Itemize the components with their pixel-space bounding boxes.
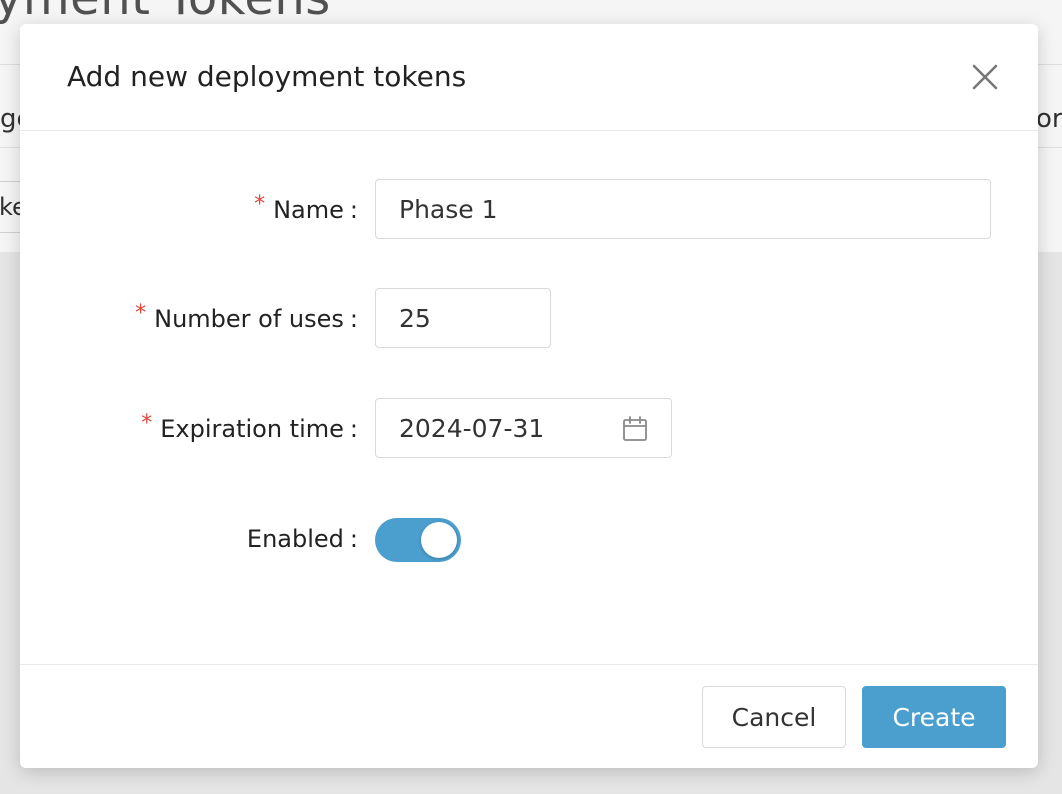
name-input[interactable]: Phase 1	[375, 179, 991, 239]
form-row-name: * Name : Phase 1	[20, 179, 1038, 241]
create-button[interactable]: Create	[862, 686, 1006, 748]
expiration-date-picker[interactable]: 2024-07-31	[375, 398, 672, 458]
modal-header: Add new deployment tokens	[20, 24, 1038, 131]
expiration-label-text: Expiration time	[160, 415, 344, 443]
label-colon: :	[349, 415, 358, 443]
required-marker: *	[141, 410, 153, 436]
close-icon	[972, 64, 998, 90]
name-input-value: Phase 1	[399, 194, 498, 224]
modal-footer-divider	[20, 664, 1038, 665]
label-colon: :	[349, 196, 358, 224]
toggle-knob	[421, 522, 457, 558]
cancel-button[interactable]: Cancel	[702, 686, 846, 748]
form-row-uses: * Number of uses : 25	[20, 288, 1038, 350]
name-label-text: Name	[273, 196, 344, 224]
expiration-date-value: 2024-07-31	[399, 413, 545, 443]
calendar-icon[interactable]	[621, 415, 649, 443]
uses-label: * Number of uses :	[135, 288, 358, 350]
form-row-enabled: Enabled :	[20, 508, 1038, 570]
required-marker: *	[254, 191, 266, 217]
enabled-toggle[interactable]	[375, 518, 461, 562]
form-row-expiration: * Expiration time : 2024-07-31	[20, 398, 1038, 460]
uses-input-value: 25	[399, 303, 431, 333]
label-colon: :	[349, 525, 358, 553]
close-button[interactable]	[968, 60, 1002, 94]
enabled-label-text: Enabled	[246, 525, 344, 553]
modal-title: Add new deployment tokens	[67, 60, 467, 93]
required-marker: *	[135, 300, 147, 326]
enabled-label: Enabled :	[247, 508, 358, 570]
expiration-label: * Expiration time :	[141, 398, 358, 460]
add-token-modal: Add new deployment tokens * Name : Phase…	[20, 24, 1038, 768]
name-label: * Name :	[254, 179, 358, 241]
uses-input[interactable]: 25	[375, 288, 551, 348]
label-colon: :	[349, 305, 358, 333]
uses-label-text: Number of uses	[154, 305, 344, 333]
